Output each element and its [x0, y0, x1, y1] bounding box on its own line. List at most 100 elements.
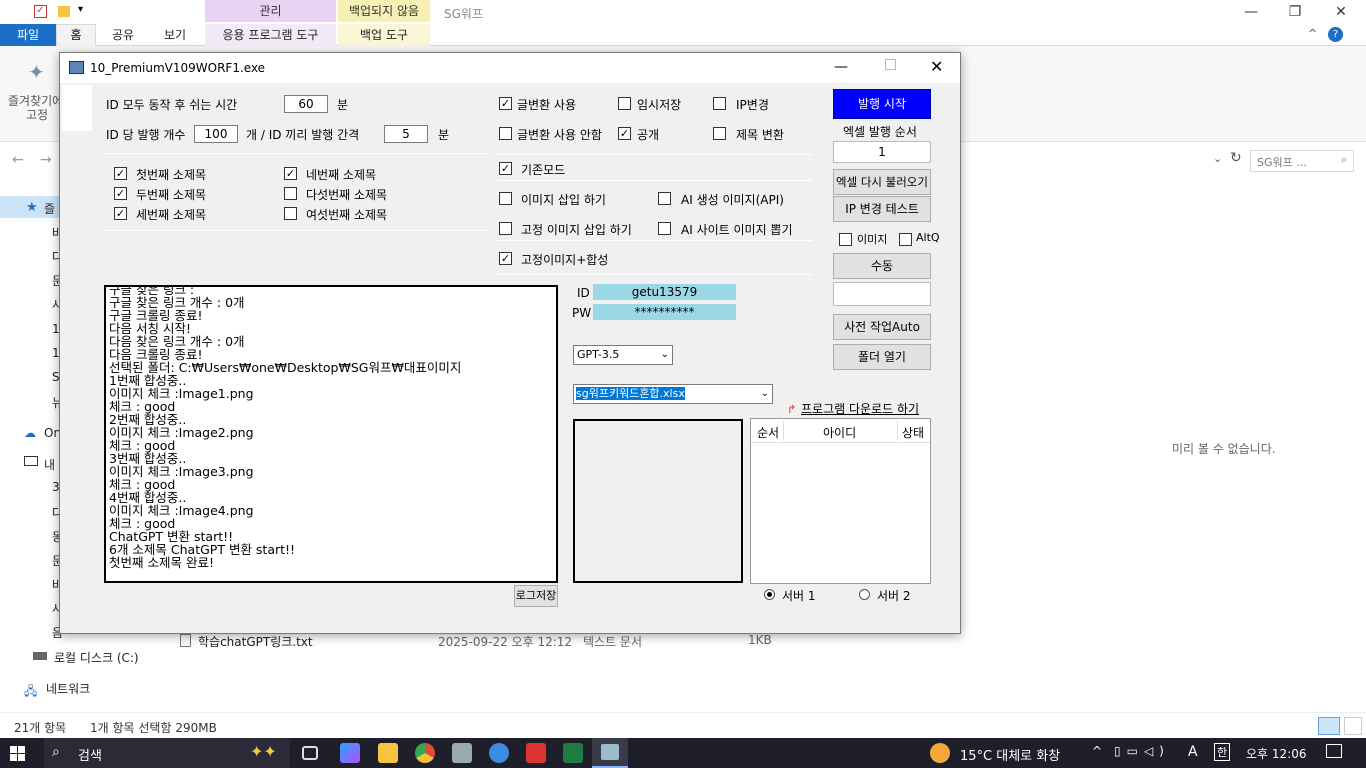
reload-excel-button[interactable]: 엑셀 다시 불러오기: [833, 169, 931, 195]
app-maximize-icon[interactable]: [885, 59, 896, 70]
windows-start-icon[interactable]: [10, 746, 25, 761]
chevron-up-icon[interactable]: ^: [1308, 27, 1317, 40]
open-folder-button[interactable]: 폴더 열기: [833, 344, 931, 370]
posts-per-id-input[interactable]: 100: [194, 125, 238, 143]
link-arrow-icon: ↱: [787, 403, 797, 416]
notification-icon[interactable]: [1326, 744, 1342, 758]
ime-icon[interactable]: A: [1188, 744, 1198, 760]
table-divider: [783, 421, 784, 441]
file-select[interactable]: sg워프키워드혼합.xlsx ⌄: [573, 384, 773, 404]
temp-save-label: 임시저장: [637, 98, 682, 112]
download-link[interactable]: 프로그램 다운로드 하기: [801, 400, 919, 417]
id-input[interactable]: getu13579: [593, 284, 736, 300]
tab-view[interactable]: 보기: [160, 24, 190, 46]
dropdown-icon[interactable]: ▾: [78, 4, 83, 15]
remote-icon[interactable]: [526, 743, 546, 763]
table-header-order[interactable]: 순서: [757, 424, 779, 441]
image-checkbox[interactable]: [839, 233, 852, 246]
manual-input[interactable]: [833, 282, 931, 306]
tab-app-tools[interactable]: 응용 프로그램 도구: [205, 24, 336, 46]
help-icon[interactable]: ?: [1328, 27, 1343, 42]
forward-arrow-icon[interactable]: →: [40, 152, 52, 168]
nav-item-this-pc[interactable]: 내: [44, 456, 55, 473]
active-app-highlight[interactable]: [592, 738, 628, 768]
interval-input[interactable]: 5: [384, 125, 428, 143]
subtitle-6-checkbox[interactable]: [284, 207, 297, 220]
chrome-icon[interactable]: [415, 743, 435, 763]
back-arrow-icon[interactable]: ←: [12, 152, 24, 168]
ip-test-button[interactable]: IP 변경 테스트: [833, 196, 931, 222]
details-view-icon[interactable]: [1318, 717, 1340, 735]
pre-work-button[interactable]: 사전 작업Auto: [833, 314, 931, 340]
start-button[interactable]: 발행 시작: [833, 89, 931, 119]
text-convert-checkbox[interactable]: ✓: [499, 97, 512, 110]
taskbar-search[interactable]: ⌕ 검색 ✦✦: [44, 738, 290, 768]
app-icon[interactable]: [452, 743, 472, 763]
server-2-radio[interactable]: [859, 589, 870, 600]
refresh-icon[interactable]: ↻: [1230, 150, 1242, 166]
model-select-value: GPT-3.5: [577, 348, 620, 361]
manual-button[interactable]: 수동: [833, 253, 931, 279]
table-header-id[interactable]: 아이디: [823, 424, 856, 441]
task-view-icon[interactable]: [302, 746, 318, 760]
table-header-status[interactable]: 상태: [902, 424, 924, 441]
rest-time-input[interactable]: 60: [284, 95, 328, 113]
tab-file[interactable]: 파일: [0, 24, 56, 46]
context-tab-backup[interactable]: 백업되지 않음: [338, 0, 430, 22]
app-minimize-icon[interactable]: —: [834, 59, 848, 75]
app-close-icon[interactable]: ✕: [930, 57, 943, 76]
fixed-compose-checkbox[interactable]: ✓: [499, 252, 512, 265]
tab-share[interactable]: 공유: [108, 24, 138, 46]
model-select[interactable]: GPT-3.5 ⌄: [573, 345, 673, 365]
subtitle-1-checkbox[interactable]: ✓: [114, 167, 127, 180]
pin-icon[interactable]: ✦: [28, 60, 45, 84]
weather-text[interactable]: 15°C 대체로 화창: [960, 745, 1060, 764]
tray-chevron-icon[interactable]: ^: [1092, 744, 1102, 758]
subtitle-2-checkbox[interactable]: ✓: [114, 187, 127, 200]
address-dropdown-icon[interactable]: ⌄: [1213, 152, 1222, 165]
temp-save-checkbox[interactable]: [618, 97, 631, 110]
ip-change-checkbox[interactable]: [713, 97, 726, 110]
nav-item-local-disk[interactable]: 로컬 디스크 (C:): [54, 649, 139, 666]
excel-order-input[interactable]: 1: [833, 141, 931, 163]
save-log-button[interactable]: 로그저장: [514, 585, 558, 607]
preview-message: 미리 볼 수 없습니다.: [1172, 442, 1276, 456]
browser-icon[interactable]: [489, 743, 509, 763]
basic-mode-checkbox[interactable]: ✓: [499, 162, 512, 175]
excel-icon[interactable]: [563, 743, 583, 763]
nav-item-network[interactable]: 네트워크: [46, 680, 90, 697]
title-change-checkbox[interactable]: [713, 127, 726, 140]
tab-home[interactable]: 홈: [56, 24, 96, 46]
ai-image-checkbox[interactable]: [658, 192, 671, 205]
account-table[interactable]: 순서 아이디 상태: [750, 418, 931, 584]
public-checkbox[interactable]: ✓: [618, 127, 631, 140]
pw-input[interactable]: **********: [593, 304, 736, 320]
restore-icon[interactable]: ❐: [1272, 2, 1318, 22]
pin-label-2[interactable]: 고정: [26, 106, 48, 123]
large-icons-view-icon[interactable]: [1344, 717, 1362, 735]
folder-icon[interactable]: [58, 6, 70, 17]
close-icon[interactable]: ✕: [1318, 2, 1364, 22]
context-tab-manage[interactable]: 관리: [205, 0, 336, 22]
ai-site-image-checkbox[interactable]: [658, 222, 671, 235]
no-text-convert-checkbox[interactable]: [499, 127, 512, 140]
nav-item-quick-access[interactable]: 즐: [44, 200, 55, 217]
checkbox-icon[interactable]: ✓: [34, 5, 47, 18]
insert-image-checkbox[interactable]: [499, 192, 512, 205]
altq-checkbox[interactable]: [899, 233, 912, 246]
log-textbox[interactable]: 구글 찾은 링크 : 구글 찾은 링크 개수 : 0개 구글 크롤링 종료! 다음 서…: [104, 285, 558, 583]
search-input[interactable]: SG워프 ... ⌕: [1250, 150, 1354, 172]
subtitle-4-checkbox[interactable]: ✓: [284, 167, 297, 180]
clock[interactable]: 오후 12:06: [1246, 745, 1306, 762]
subtitle-4-label: 네번째 소제목: [306, 168, 377, 182]
app-title-bar[interactable]: 10_PremiumV109WORF1.exe — ✕: [60, 53, 960, 83]
file-explorer-icon[interactable]: [378, 743, 398, 763]
minimize-icon[interactable]: —: [1228, 2, 1274, 22]
server-1-radio[interactable]: [764, 589, 775, 600]
hangul-icon[interactable]: 한: [1214, 743, 1230, 761]
subtitle-3-checkbox[interactable]: ✓: [114, 207, 127, 220]
copilot-icon[interactable]: [340, 743, 360, 763]
fixed-image-checkbox[interactable]: [499, 222, 512, 235]
subtitle-5-checkbox[interactable]: [284, 187, 297, 200]
tab-backup-tools[interactable]: 백업 도구: [338, 24, 430, 46]
